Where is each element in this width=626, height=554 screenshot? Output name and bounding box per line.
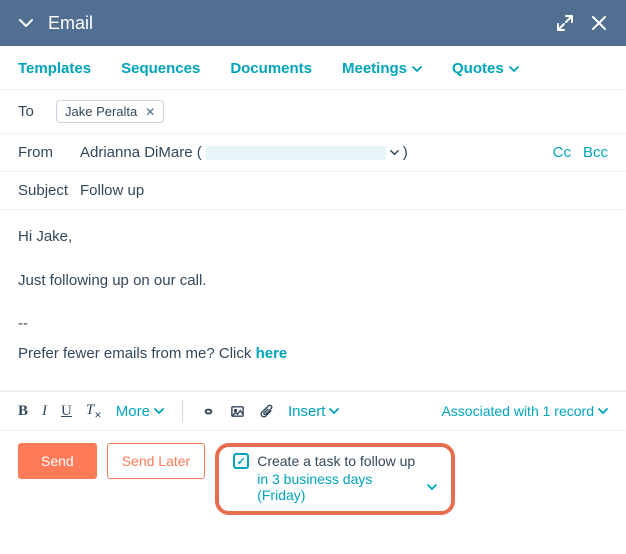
subject-label: Subject <box>18 182 80 199</box>
recipient-chip[interactable]: Jake Peralta ✕ <box>56 100 164 123</box>
chevron-down-icon <box>509 64 519 74</box>
from-label: From <box>18 144 80 161</box>
signature-text: Prefer fewer emails from me? Click <box>18 345 256 362</box>
cc-button[interactable]: Cc <box>553 144 571 161</box>
close-icon[interactable] <box>590 14 608 32</box>
signature-separator: -- <box>18 311 608 337</box>
body-greeting: Hi Jake, <box>18 224 608 250</box>
bold-button[interactable]: B <box>18 403 28 420</box>
task-checkbox[interactable]: ✓ <box>233 453 249 469</box>
task-when-dropdown[interactable]: in 3 business days (Friday) <box>257 471 437 503</box>
insert-button[interactable]: Insert <box>288 403 340 420</box>
tab-meetings-label: Meetings <box>342 60 407 77</box>
clear-format-button[interactable]: T✕ <box>86 402 102 421</box>
chevron-down-icon <box>598 406 608 416</box>
task-label: Create a task to follow up <box>257 453 415 469</box>
tab-quotes-label: Quotes <box>452 60 504 77</box>
chevron-down-icon <box>329 406 339 416</box>
chevron-down-icon <box>154 406 164 416</box>
more-format-button[interactable]: More <box>116 403 164 420</box>
to-label: To <box>18 103 56 120</box>
tab-sequences[interactable]: Sequences <box>121 60 200 77</box>
chevron-down-icon <box>412 64 422 74</box>
follow-up-task-box: ✓ Create a task to follow up in 3 busine… <box>215 443 455 515</box>
header-title: Email <box>48 13 93 34</box>
from-dropdown[interactable]: Adrianna DiMare ( ) <box>80 144 553 161</box>
subject-value[interactable]: Follow up <box>80 182 144 199</box>
attachment-icon[interactable] <box>259 404 274 419</box>
from-name: Adrianna DiMare ( <box>80 144 202 161</box>
collapse-icon[interactable] <box>18 15 34 31</box>
associated-label: Associated with 1 record <box>441 403 594 419</box>
underline-button[interactable]: U <box>61 403 72 420</box>
email-body[interactable]: Hi Jake, Just following up on our call. … <box>0 210 626 390</box>
chevron-down-icon <box>427 482 437 492</box>
subject-row: Subject Follow up <box>0 172 626 210</box>
link-icon[interactable] <box>201 404 216 419</box>
chevron-down-icon <box>390 148 399 157</box>
tab-meetings[interactable]: Meetings <box>342 60 422 77</box>
expand-icon[interactable] <box>556 14 574 32</box>
from-row: From Adrianna DiMare ( ) Cc Bcc <box>0 134 626 172</box>
signature-link[interactable]: here <box>256 345 288 362</box>
compose-footer: Send Send Later ✓ Create a task to follo… <box>0 431 626 529</box>
remove-recipient-icon[interactable]: ✕ <box>145 105 155 119</box>
signature-line: Prefer fewer emails from me? Click here <box>18 341 608 367</box>
from-close-paren: ) <box>403 144 408 161</box>
image-icon[interactable] <box>230 404 245 419</box>
tab-quotes[interactable]: Quotes <box>452 60 519 77</box>
tab-templates[interactable]: Templates <box>18 60 91 77</box>
more-label: More <box>116 403 150 420</box>
from-email-redacted <box>206 146 386 160</box>
body-paragraph: Just following up on our call. <box>18 268 608 294</box>
tab-documents[interactable]: Documents <box>230 60 312 77</box>
italic-button[interactable]: I <box>42 403 47 420</box>
format-toolbar: B I U T✕ More Insert Associated with 1 r… <box>0 390 626 431</box>
send-later-button[interactable]: Send Later <box>107 443 206 479</box>
compose-tabs: Templates Sequences Documents Meetings Q… <box>0 46 626 90</box>
task-when-label: in 3 business days (Friday) <box>257 471 423 503</box>
toolbar-divider <box>182 400 183 422</box>
to-row: To Jake Peralta ✕ <box>0 90 626 134</box>
associated-records-button[interactable]: Associated with 1 record <box>441 403 608 419</box>
send-button[interactable]: Send <box>18 443 97 479</box>
compose-header: Email <box>0 0 626 46</box>
recipient-name: Jake Peralta <box>65 104 137 119</box>
insert-label: Insert <box>288 403 326 420</box>
bcc-button[interactable]: Bcc <box>583 144 608 161</box>
